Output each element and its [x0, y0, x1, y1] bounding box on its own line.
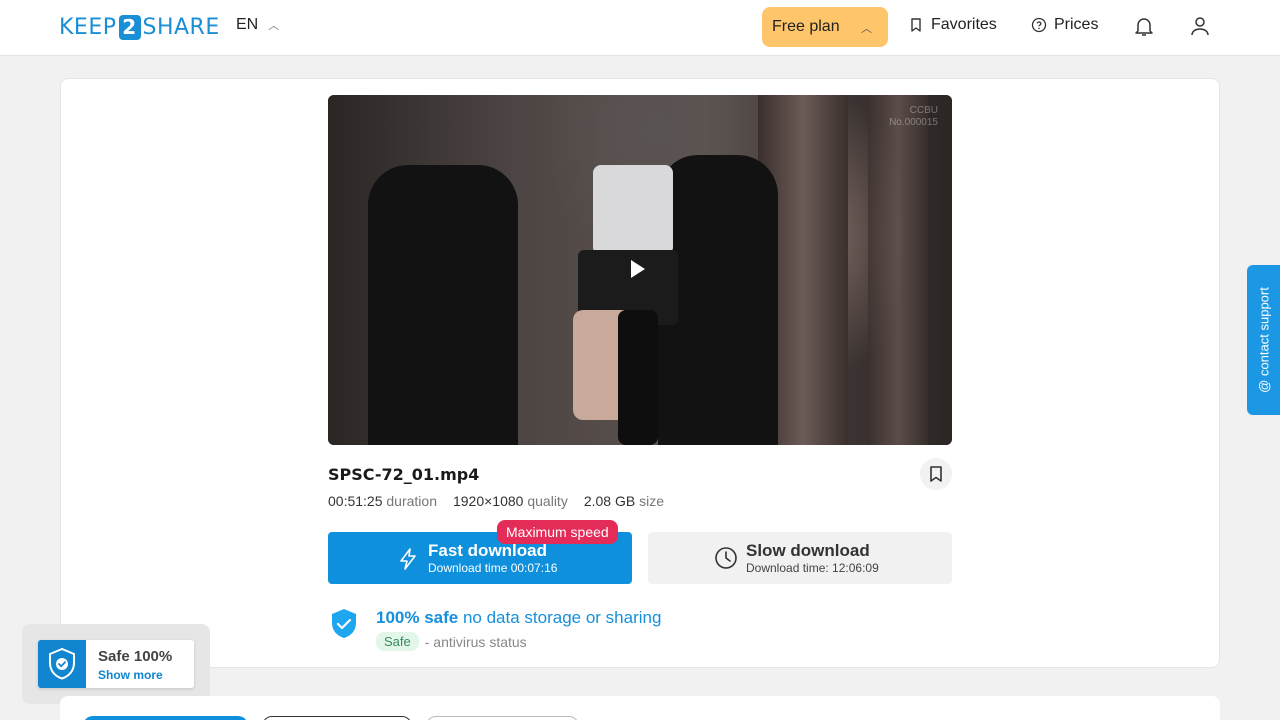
- prices-label: Prices: [1054, 16, 1099, 33]
- file-name: SPSC-72_01.mp4: [328, 465, 480, 484]
- show-more-link[interactable]: Show more: [98, 668, 163, 682]
- safety-title-bold: 100% safe: [376, 608, 459, 627]
- clock-icon: [715, 547, 737, 569]
- chevron-up-icon: ︿: [861, 23, 872, 35]
- safe-badge: Safe: [376, 632, 419, 651]
- prices-link[interactable]: Prices: [1031, 16, 1098, 34]
- meta-quality: 1920×1080 quality: [453, 493, 568, 509]
- contact-support-label: @ contact support: [1256, 287, 1271, 393]
- language-selector[interactable]: EN ︿: [236, 16, 279, 34]
- bookmark-icon: [911, 18, 921, 32]
- bookmark-icon: [930, 466, 942, 482]
- shield-check-icon: [49, 647, 75, 680]
- file-meta: 00:51:25 duration 1920×1080 quality 2.08…: [328, 493, 664, 509]
- antivirus-status-text: - antivirus status: [424, 633, 527, 650]
- logo-text-right: SHARE: [142, 14, 220, 40]
- language-label: EN: [236, 16, 259, 33]
- video-leg: [618, 310, 658, 445]
- keep2share-logo[interactable]: KEEP 2 SHARE: [59, 14, 220, 40]
- quality-value: 1920×1080: [452, 493, 524, 509]
- free-plan-label: Free plan: [772, 18, 840, 35]
- safety-title: 100% safe no data storage or sharing: [376, 608, 661, 628]
- video-figure: [368, 165, 518, 445]
- watermark-line1: CCBU: [909, 105, 938, 116]
- watermark-line2: No.000015: [889, 117, 938, 128]
- video-preview[interactable]: CCBU No.000015: [328, 95, 952, 445]
- duration-label: duration: [386, 493, 437, 509]
- chevron-up-icon: ︿: [268, 20, 280, 32]
- play-icon[interactable]: [631, 260, 645, 278]
- slow-download-button[interactable]: Slow download Download time: 12:06:09: [648, 532, 952, 584]
- meta-size: 2.08 GB size: [584, 493, 664, 509]
- shield-check-icon: [332, 609, 356, 638]
- size-label: size: [639, 493, 664, 509]
- safe-popup-badge: [38, 640, 86, 688]
- slow-download-title: Slow download: [746, 541, 870, 560]
- free-plan-button[interactable]: Free plan ︿: [762, 7, 888, 47]
- user-icon[interactable]: [1188, 14, 1212, 38]
- fast-download-title: Fast download: [428, 541, 547, 560]
- slow-download-time: Download time: 12:06:09: [746, 561, 879, 575]
- video-watermark: CCBU No.000015: [889, 105, 938, 129]
- quality-label: quality: [527, 493, 568, 509]
- safe-popup-title: Safe 100%: [98, 648, 173, 665]
- meta-duration: 00:51:25 duration: [328, 493, 437, 509]
- bell-icon[interactable]: [1132, 14, 1156, 38]
- safety-title-rest: no data storage or sharing: [462, 608, 662, 627]
- bottom-tab-active[interactable]: [83, 716, 248, 720]
- size-value: 2.08 GB: [583, 493, 636, 509]
- lightning-icon: [400, 548, 416, 570]
- logo-text-mid: 2: [118, 14, 141, 40]
- video-beam: [868, 95, 928, 445]
- logo-text-left: KEEP: [59, 14, 117, 40]
- maximum-speed-badge: Maximum speed: [497, 520, 618, 544]
- question-circle-icon: [1031, 17, 1047, 33]
- favorites-label: Favorites: [931, 16, 997, 33]
- antivirus-status: Safe - antivirus status: [376, 632, 527, 651]
- fast-download-time: Download time 00:07:16: [428, 561, 558, 575]
- favorites-link[interactable]: Favorites: [908, 16, 997, 34]
- video-shirt: [593, 165, 673, 255]
- safe-popup-card[interactable]: Safe 100% Show more: [38, 640, 194, 688]
- bottom-tab[interactable]: [262, 716, 412, 720]
- duration-value: 00:51:25: [328, 493, 383, 509]
- safe-popup: Safe 100% Show more: [22, 624, 210, 704]
- bottom-tab[interactable]: [426, 716, 579, 720]
- add-favorite-button[interactable]: [920, 458, 952, 490]
- contact-support-tab[interactable]: @ contact support: [1247, 265, 1280, 415]
- top-header: KEEP 2 SHARE EN ︿ Free plan ︿ Favorites …: [0, 0, 1280, 56]
